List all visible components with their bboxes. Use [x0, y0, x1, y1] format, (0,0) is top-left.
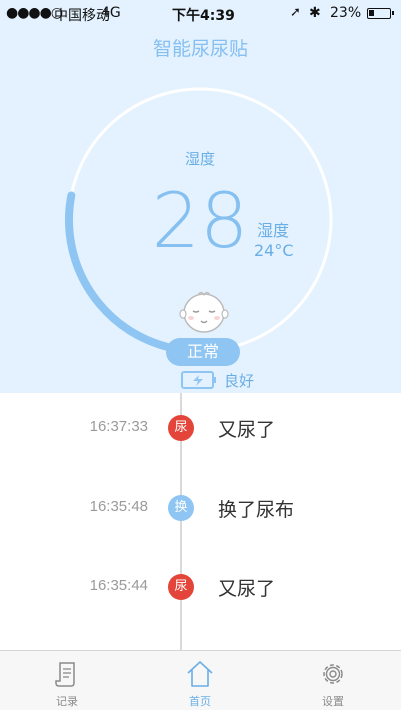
- tab-settings-label: 设置: [322, 695, 344, 708]
- tab-home[interactable]: 首页: [160, 651, 240, 711]
- event-time: 16:35:48: [89, 498, 148, 515]
- tab-records[interactable]: 记录: [27, 651, 107, 711]
- timeline-item[interactable]: 16:37:33 尿 又尿了: [0, 408, 401, 448]
- humidity-label: 湿度: [184, 150, 215, 168]
- status-badge: 正常: [166, 338, 240, 366]
- event-text: 又尿了: [218, 578, 276, 600]
- charging-battery-icon: [181, 371, 216, 389]
- baby-face-icon: [179, 291, 229, 333]
- timeline-item[interactable]: 16:35:48 换 换了尿布: [0, 488, 401, 528]
- change-badge: 换: [168, 495, 194, 521]
- scroll-icon: [55, 662, 75, 687]
- pee-badge: 尿: [168, 574, 194, 600]
- tab-bar: 记录 首页 设置: [0, 650, 401, 710]
- pee-badge: 尿: [168, 415, 194, 441]
- tab-home-label: 首页: [189, 695, 211, 708]
- humidity-side-label: 湿度: [257, 221, 290, 240]
- humidity-value: 28: [151, 176, 249, 265]
- home-icon: [187, 661, 213, 687]
- temperature-value: 24°C: [254, 241, 294, 260]
- timeline-item[interactable]: 16:35:44 尿 又尿了: [0, 567, 401, 607]
- tab-settings[interactable]: 设置: [293, 651, 373, 711]
- event-text: 又尿了: [218, 419, 276, 441]
- event-time: 16:35:44: [89, 577, 148, 594]
- battery-status-label: 良好: [224, 372, 255, 390]
- event-text: 换了尿布: [218, 499, 295, 521]
- tab-records-label: 记录: [56, 695, 78, 708]
- event-time: 16:37:33: [89, 418, 148, 435]
- gear-icon: [323, 664, 343, 684]
- dashboard-panel: ●●●●○ 中国移动 4G 下午4:39 ➚ ✱ 23% 智能尿尿贴 湿度 28…: [0, 0, 401, 393]
